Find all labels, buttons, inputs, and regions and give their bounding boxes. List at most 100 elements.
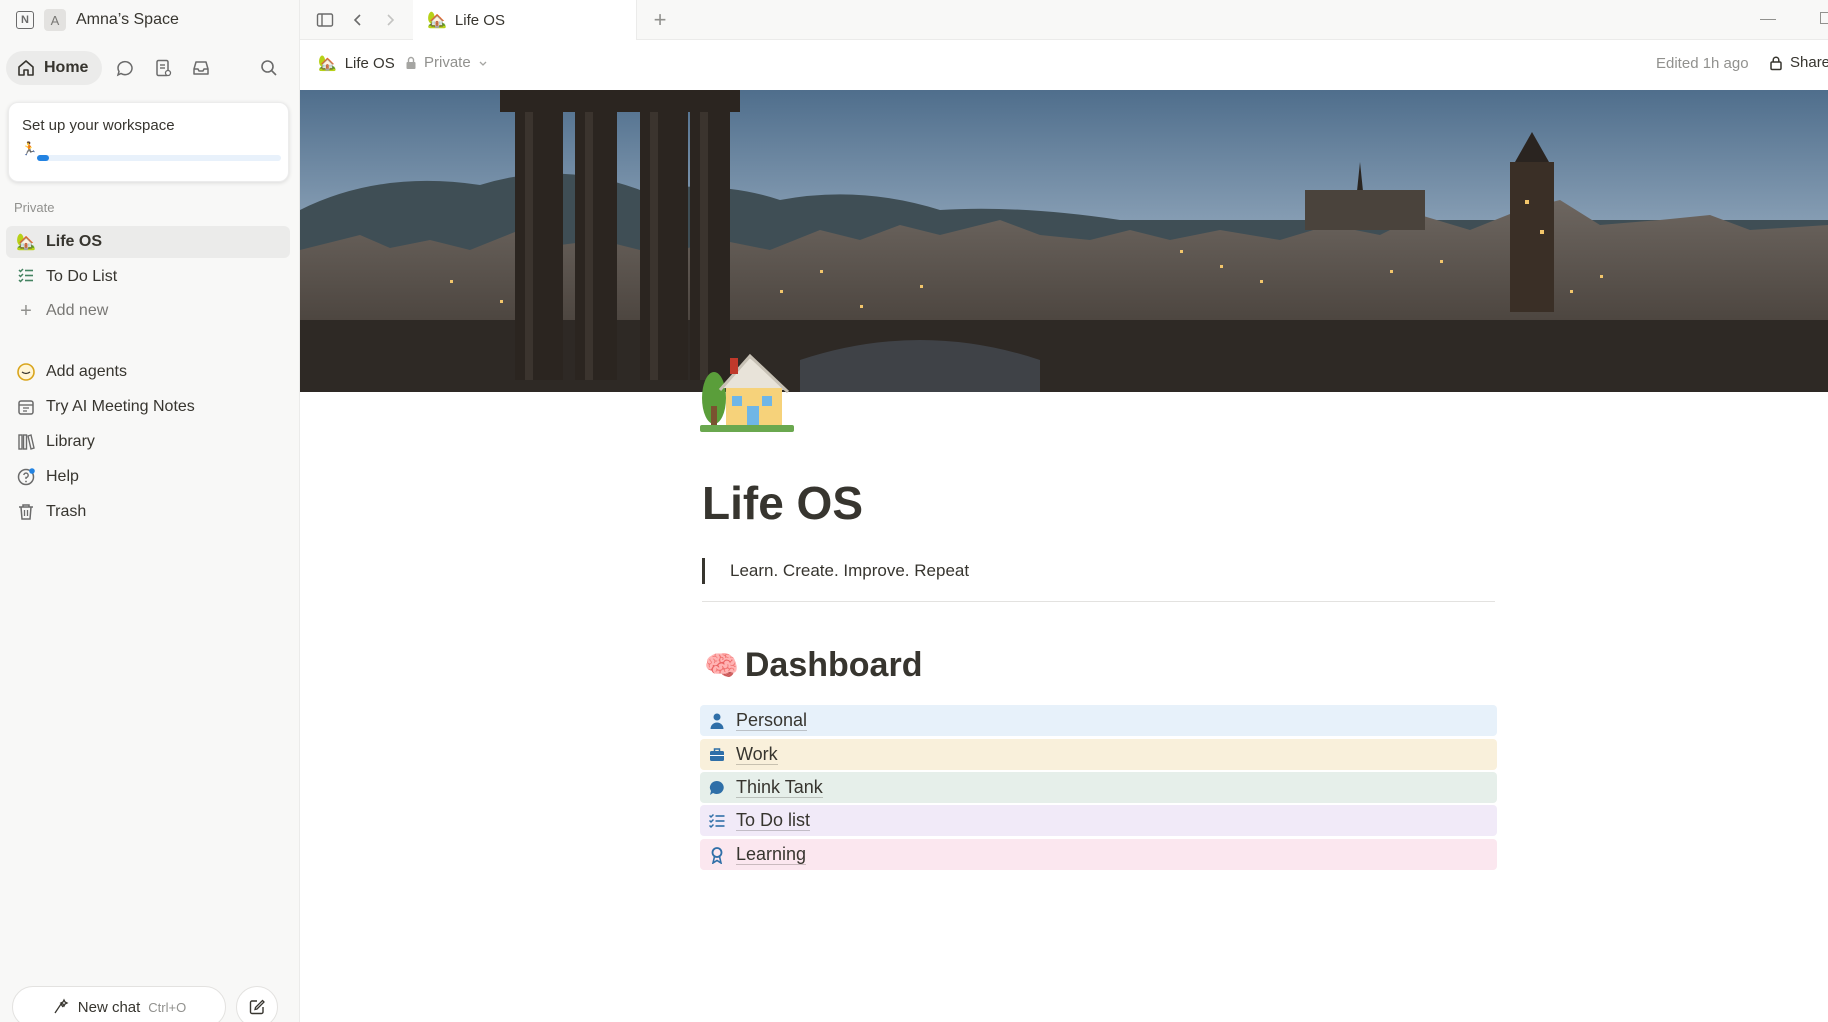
house-icon: 🏡 xyxy=(16,234,36,251)
sidebar-item-label: Library xyxy=(46,433,95,450)
private-section-label[interactable]: Private xyxy=(14,200,54,215)
divider xyxy=(702,601,1495,602)
sidebar-item-add-agents[interactable]: Add agents xyxy=(6,356,290,388)
library-icon xyxy=(16,432,36,452)
trash-icon xyxy=(16,502,36,522)
tab-title: Life OS xyxy=(454,11,505,29)
plus-icon: + xyxy=(653,7,667,32)
dashboard-item-label: Work xyxy=(736,744,778,765)
sidebar-item-library[interactable]: Library xyxy=(6,426,290,458)
dashboard-item-learning[interactable]: Learning xyxy=(700,839,1497,870)
sidebar-item-label: Help xyxy=(46,468,79,485)
privacy-label: Private xyxy=(424,54,471,71)
maximize-button[interactable] xyxy=(1820,12,1828,24)
setup-progress-fill xyxy=(37,155,50,161)
toggle-sidebar-button[interactable] xyxy=(313,8,337,32)
agent-icon xyxy=(16,362,36,382)
lock-icon xyxy=(1770,56,1782,70)
edited-timestamp: Edited 1h ago xyxy=(1656,55,1749,72)
calendar-icon xyxy=(16,397,36,417)
checklist-icon xyxy=(16,266,36,289)
running-figure-icon: 🏃 xyxy=(21,141,38,156)
plus-icon: + xyxy=(20,299,32,322)
setup-workspace-card[interactable]: Set up your workspace 🏃 xyxy=(8,102,289,182)
sidebar: N A Amna’s Space Home Set up your worksp… xyxy=(0,0,300,1022)
minimize-button[interactable] xyxy=(1760,19,1776,20)
new-chat-button[interactable]: New chat Ctrl+O xyxy=(12,986,226,1022)
compose-icon xyxy=(249,999,265,1015)
sidebar-item-label: Try AI Meeting Notes xyxy=(46,398,195,415)
tab-bar: 🏡 Life OS + xyxy=(300,0,1828,40)
setup-title: Set up your workspace xyxy=(22,117,175,134)
dashboard-item-work[interactable]: Work xyxy=(700,739,1497,770)
share-button[interactable]: Share xyxy=(1768,54,1828,71)
sidebar-item-label: Add agents xyxy=(46,363,127,380)
dashboard-item-personal[interactable]: Personal xyxy=(700,705,1497,736)
dashboard-item-label: To Do list xyxy=(736,810,811,831)
breadcrumb-page: Life OS xyxy=(344,54,395,72)
dashboard-item-label: Personal xyxy=(736,710,808,731)
tab-life-os[interactable]: 🏡 Life OS xyxy=(413,0,637,40)
search-button[interactable] xyxy=(254,53,284,83)
workspace-switcher[interactable]: N A Amna’s Space xyxy=(16,8,179,32)
workspace-name: Amna’s Space xyxy=(76,11,179,28)
cover-image[interactable] xyxy=(300,90,1828,392)
share-label: Share xyxy=(1790,54,1828,71)
meeting-notes-button[interactable] xyxy=(148,53,178,83)
help-icon xyxy=(16,467,36,487)
add-new-page-button[interactable]: + Add new xyxy=(6,295,290,327)
sidebar-item-ai-meeting-notes[interactable]: Try AI Meeting Notes xyxy=(6,391,290,423)
chevron-down-icon xyxy=(479,61,487,66)
breadcrumb[interactable]: 🏡 Life OS xyxy=(318,54,395,73)
page-icon-house[interactable] xyxy=(700,346,794,432)
notion-app: N A Amna’s Space Home Set up your worksp… xyxy=(0,0,1828,1022)
new-chat-label: New chat xyxy=(77,998,141,1016)
home-icon xyxy=(18,60,34,76)
dashboard-item-think-tank[interactable]: Think Tank xyxy=(700,772,1497,803)
dashboard-item-label: Think Tank xyxy=(736,777,823,798)
sidebar-item-label: Trash xyxy=(46,503,87,520)
chevron-left-icon xyxy=(353,14,361,26)
ribbon-icon xyxy=(706,844,728,866)
setup-progress-bar xyxy=(37,155,281,161)
forward-button[interactable] xyxy=(378,8,402,32)
page-title[interactable]: Life OS xyxy=(702,476,863,530)
person-icon xyxy=(706,710,728,732)
chat-button[interactable] xyxy=(110,53,140,83)
sidebar-item-life-os[interactable]: 🏡 Life OS xyxy=(6,226,290,258)
home-button[interactable]: Home xyxy=(6,51,103,85)
lock-icon xyxy=(406,56,416,69)
house-icon: 🏡 xyxy=(427,12,447,29)
notion-logo-icon: N xyxy=(16,11,34,29)
sidebar-nav: Home xyxy=(6,50,216,86)
dashboard-item-to-do-list[interactable]: To Do list xyxy=(700,805,1497,836)
brain-icon: 🧠 xyxy=(704,650,739,681)
inbox-button[interactable] xyxy=(186,53,216,83)
notes-icon xyxy=(156,59,172,77)
privacy-dropdown[interactable]: Private xyxy=(404,54,489,71)
dashboard-heading[interactable]: 🧠 Dashboard xyxy=(704,646,922,685)
sidebar-bottom-bar: New chat Ctrl+O xyxy=(12,986,278,1022)
search-icon xyxy=(261,60,277,76)
briefcase-icon xyxy=(706,744,728,766)
chat-bubble-icon xyxy=(117,60,134,77)
ai-sparkle-icon xyxy=(54,998,69,1014)
dashboard-item-label: Learning xyxy=(736,844,807,865)
thought-bubble-icon xyxy=(706,777,728,799)
add-new-label: Add new xyxy=(46,302,109,319)
home-label: Home xyxy=(44,59,89,76)
checklist-icon xyxy=(706,810,728,832)
new-chat-shortcut: Ctrl+O xyxy=(148,999,187,1015)
sidebar-item-to-do-list[interactable]: To Do List xyxy=(6,261,290,293)
page-quote[interactable]: Learn. Create. Improve. Repeat xyxy=(702,558,969,584)
new-tab-button[interactable]: + xyxy=(648,7,672,32)
sidebar-item-label: To Do List xyxy=(46,268,118,285)
compose-button[interactable] xyxy=(236,986,278,1022)
workspace-avatar: A xyxy=(44,9,66,31)
back-button[interactable] xyxy=(346,8,370,32)
chevron-right-icon xyxy=(387,14,395,26)
sidebar-item-trash[interactable]: Trash xyxy=(6,496,290,528)
sidebar-toggle-icon xyxy=(316,13,334,27)
page-header-bar: 🏡 Life OS Private Edited 1h ago Share xyxy=(300,40,1828,90)
sidebar-item-help[interactable]: Help xyxy=(6,461,290,493)
